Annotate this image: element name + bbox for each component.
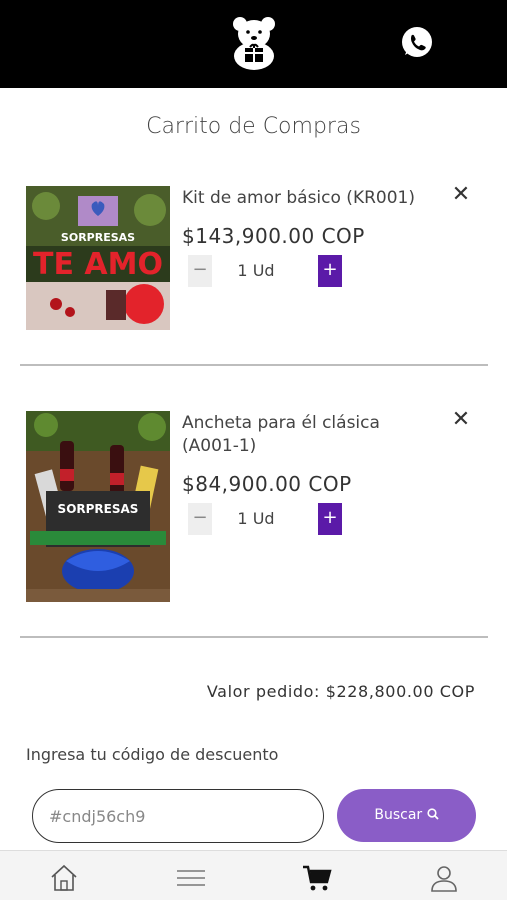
bottom-navigation (0, 850, 507, 900)
home-icon[interactable] (49, 863, 79, 893)
product-name: Ancheta para él clásica (A001-1) (182, 413, 380, 456)
product-name: Kit de amor básico (KR001) (182, 188, 415, 208)
remove-item-button[interactable]: ✕ (450, 409, 472, 432)
bear-gift-logo-icon[interactable] (230, 14, 278, 70)
product-price: $143,900.00 COP (182, 224, 365, 248)
decrease-quantity-button[interactable]: − (188, 255, 212, 287)
search-discount-button[interactable]: Buscar (337, 789, 476, 842)
search-button-label: Buscar (374, 807, 423, 823)
product-image: SORPRESAS (26, 411, 170, 602)
product-image: SORPRESAS TE AMO (26, 186, 170, 330)
product-image-caption: SORPRESAS (61, 231, 135, 244)
order-total: Valor pedido: $228,800.00 COP (206, 682, 475, 701)
discount-label: Ingresa tu código de descuento (26, 745, 279, 764)
product-image-caption: SORPRESAS (58, 502, 139, 516)
cart-icon[interactable] (302, 863, 332, 893)
whatsapp-icon[interactable] (400, 25, 434, 59)
quantity-stepper: − 1 Ud + (188, 255, 342, 287)
product-price: $84,900.00 COP (182, 472, 352, 496)
top-bar (0, 0, 507, 88)
menu-icon[interactable] (176, 863, 206, 893)
user-icon[interactable] (429, 863, 459, 893)
decrease-quantity-button[interactable]: − (188, 503, 212, 535)
discount-code-input[interactable] (32, 789, 324, 843)
increase-quantity-button[interactable]: + (318, 503, 342, 535)
divider (20, 364, 488, 366)
quantity-value: 1 Ud (237, 509, 275, 528)
remove-item-button[interactable]: ✕ (450, 184, 472, 207)
increase-quantity-button[interactable]: + (318, 255, 342, 287)
quantity-value: 1 Ud (237, 261, 275, 280)
divider (20, 636, 488, 638)
quantity-stepper: − 1 Ud + (188, 503, 342, 535)
product-image-caption: TE AMO (33, 247, 163, 282)
page-title: Carrito de Compras (146, 114, 361, 139)
search-icon (427, 808, 439, 820)
